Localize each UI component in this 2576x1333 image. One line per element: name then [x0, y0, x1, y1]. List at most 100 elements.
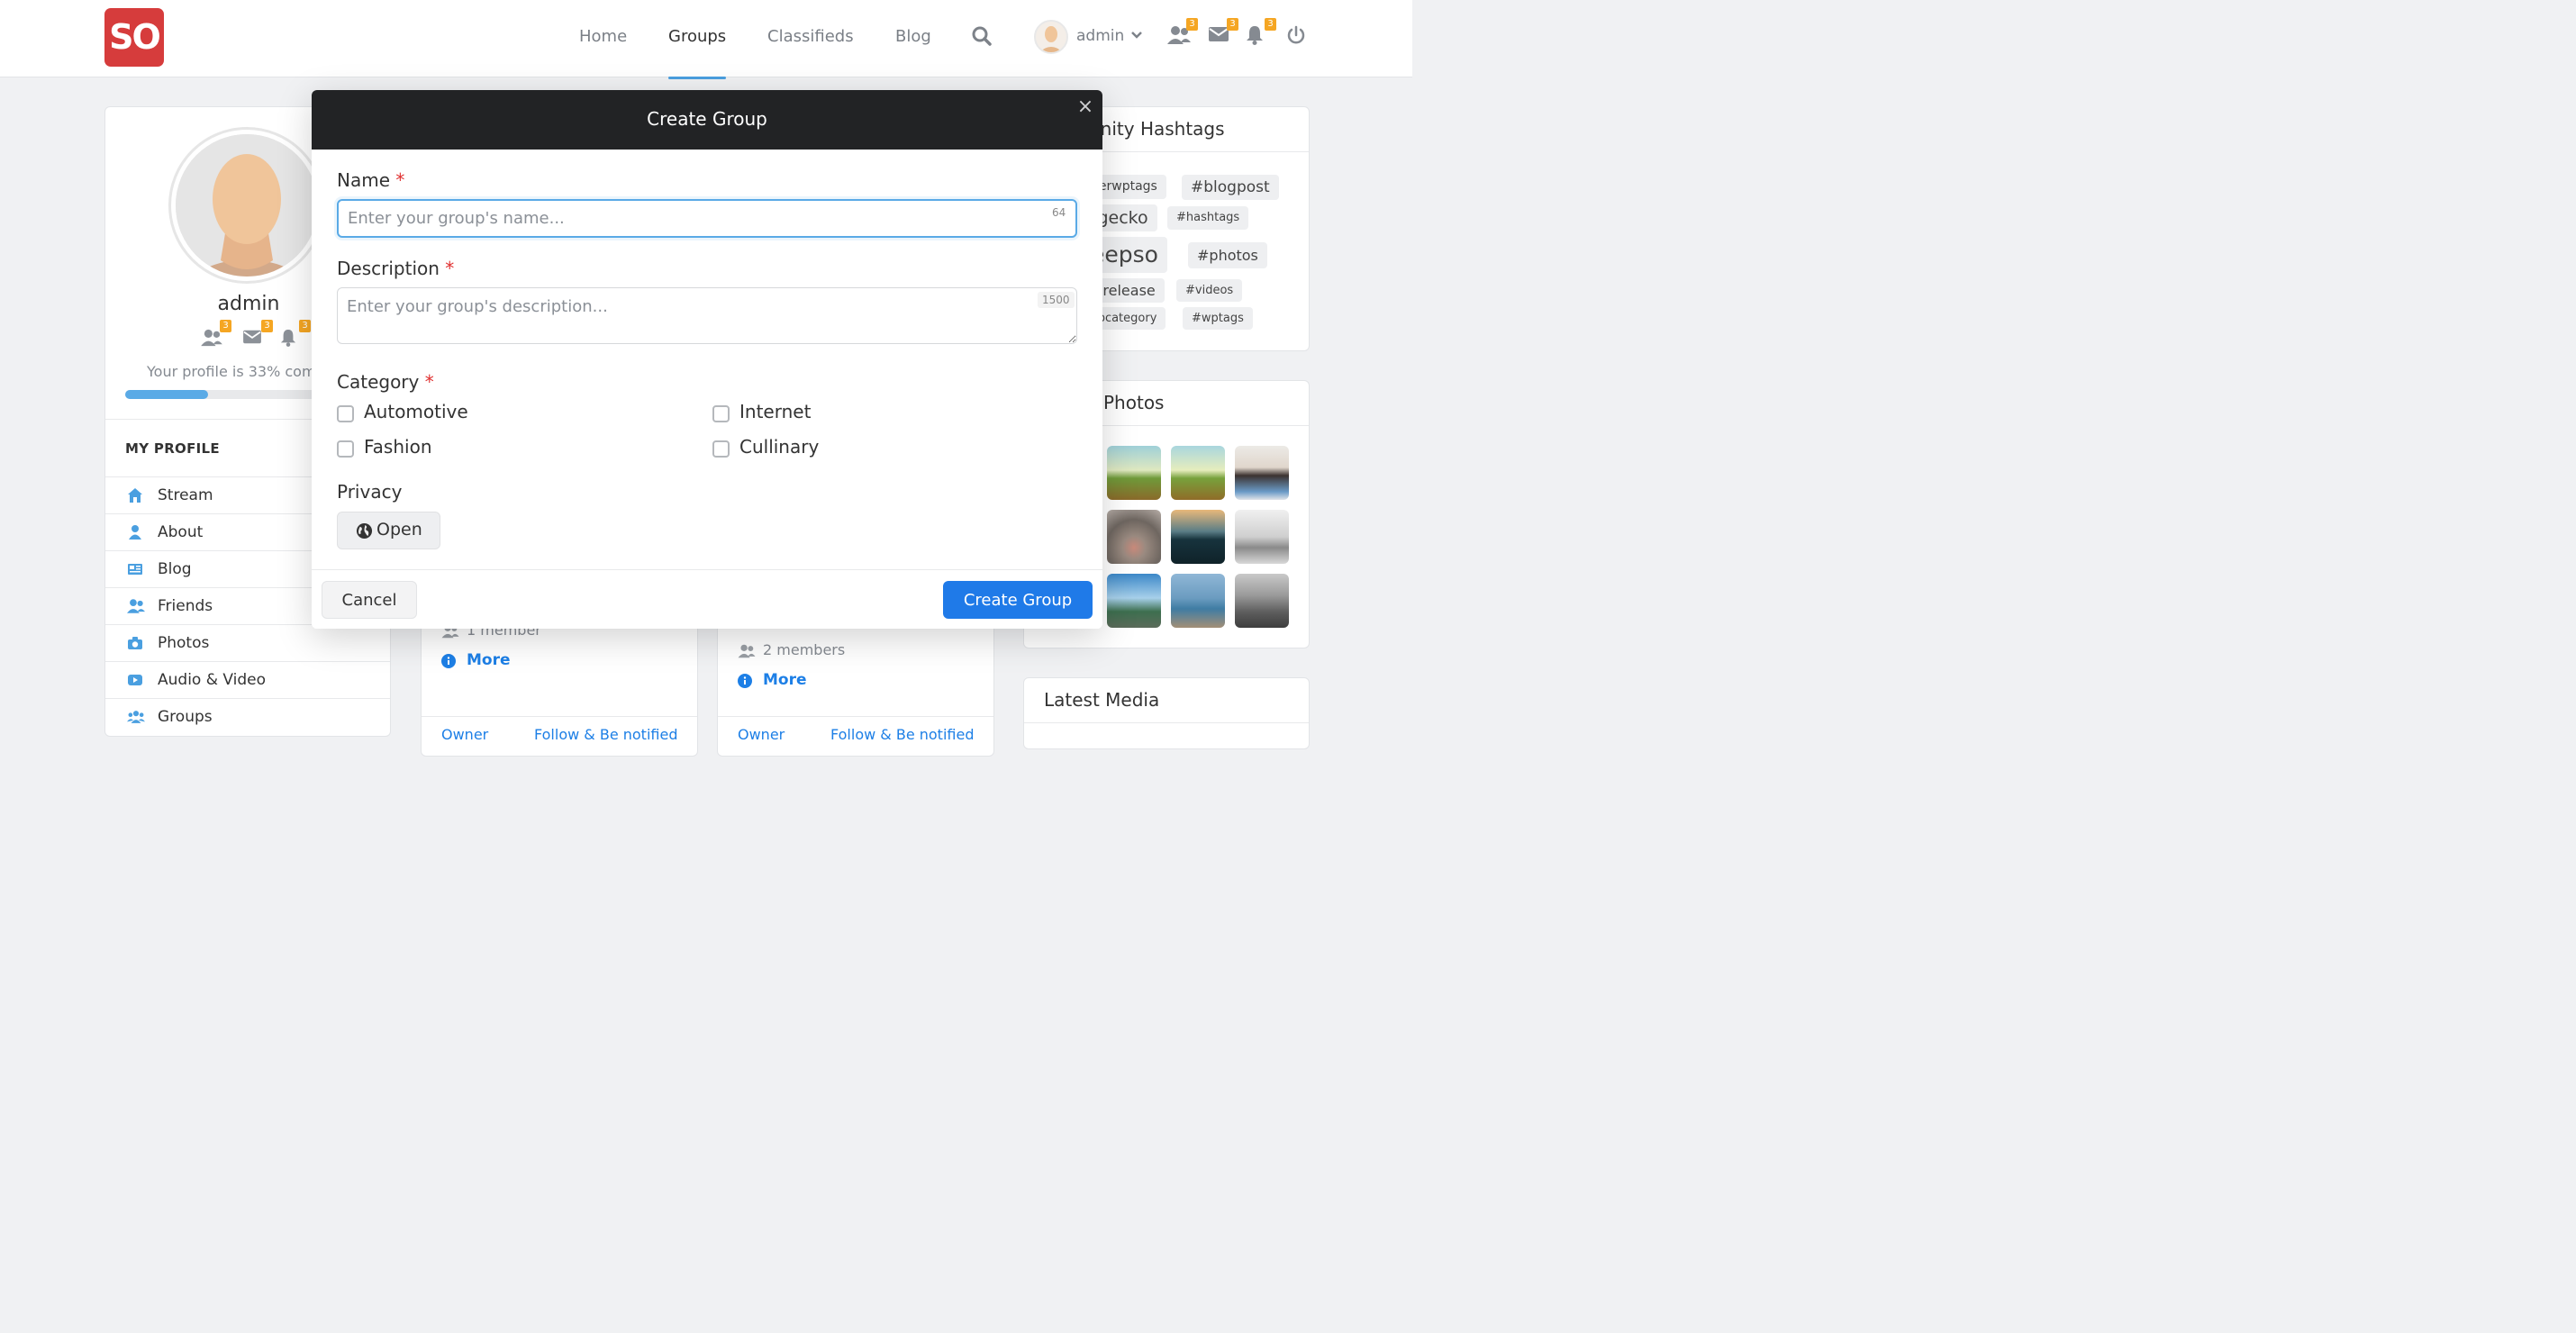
sidebar-item-label: Groups	[158, 708, 213, 726]
category-checkbox-fashion[interactable]	[337, 440, 354, 458]
sidebar-item-label: Photos	[158, 634, 210, 652]
category-checkbox-cullinary[interactable]	[712, 440, 730, 458]
header-username[interactable]: admin	[1076, 27, 1124, 45]
create-group-modal: Create Group × Name * 64 Description * 1…	[312, 90, 1102, 629]
photo-thumbnail[interactable]	[1171, 446, 1225, 500]
group-card-actions: Owner Follow & Be notified	[422, 716, 697, 756]
group-owner-link[interactable]: Owner	[441, 726, 488, 743]
modal-header: Create Group ×	[312, 90, 1102, 150]
messages-icon[interactable]: 3	[242, 320, 273, 349]
user-icon	[127, 524, 143, 540]
friends-icon	[127, 598, 145, 614]
power-icon[interactable]	[1286, 25, 1310, 49]
photo-thumbnail[interactable]	[1171, 574, 1225, 628]
users-icon	[127, 709, 145, 725]
bell-icon[interactable]: 3	[1246, 18, 1276, 49]
photo-thumbnail[interactable]	[1107, 510, 1161, 564]
info-icon	[738, 674, 752, 692]
group-description-input[interactable]	[337, 287, 1077, 344]
notifications-badge: 3	[299, 320, 311, 332]
required-mark: *	[445, 258, 455, 279]
hashtag-link[interactable]: #wptags	[1183, 307, 1253, 330]
photo-thumbnail[interactable]	[1235, 574, 1289, 628]
friends-badge: 3	[1186, 18, 1198, 31]
category-checkbox-internet[interactable]	[712, 405, 730, 422]
group-more-link[interactable]: More	[467, 651, 511, 669]
hashtag-link[interactable]: #hashtags	[1167, 206, 1249, 230]
create-group-button[interactable]: Create Group	[943, 581, 1093, 619]
newspaper-icon	[127, 561, 143, 577]
name-label-text: Name	[337, 169, 391, 191]
search-icon[interactable]	[971, 25, 994, 49]
messages-badge: 3	[1227, 18, 1238, 31]
description-label-text: Description	[337, 258, 440, 279]
avatar[interactable]	[1034, 20, 1068, 54]
modal-footer: Cancel Create Group	[312, 569, 1102, 629]
latest-media-title: Latest Media	[1044, 689, 1160, 711]
required-mark: *	[395, 169, 405, 191]
photo-thumbnail[interactable]	[1107, 574, 1161, 628]
category-label-cullinary[interactable]: Cullinary	[739, 436, 819, 458]
photos-title: Photos	[1103, 392, 1165, 413]
photo-thumbnail[interactable]	[1235, 446, 1289, 500]
friends-icon[interactable]: 3	[201, 320, 231, 349]
hashtag-link[interactable]: #videos	[1176, 279, 1243, 302]
globe-icon	[356, 522, 373, 540]
hashtags-title: unity Hashtags	[1089, 118, 1225, 140]
group-name-input[interactable]	[337, 199, 1077, 238]
category-label-fashion[interactable]: Fashion	[364, 436, 432, 458]
name-char-limit: 64	[1052, 206, 1066, 219]
modal-title: Create Group	[647, 108, 767, 130]
group-members-count: 2 members	[763, 641, 846, 658]
privacy-label: Privacy	[337, 481, 403, 503]
nav-classifieds[interactable]: Classifieds	[767, 0, 854, 77]
nav-groups[interactable]: Groups	[668, 0, 727, 79]
photo-thumbnail[interactable]	[1171, 510, 1225, 564]
profile-avatar[interactable]	[168, 127, 325, 284]
category-checkbox-automotive[interactable]	[337, 405, 354, 422]
notifications-badge: 3	[1265, 18, 1276, 31]
friends-badge: 3	[220, 320, 231, 332]
hashtag-link[interactable]: #photos	[1188, 242, 1267, 268]
sidebar-item-label: Friends	[158, 597, 213, 615]
privacy-value: Open	[376, 520, 422, 540]
profile-completion-fill	[125, 390, 209, 399]
sidebar-item-label: Blog	[158, 560, 192, 578]
chevron-down-icon[interactable]	[1129, 28, 1144, 42]
friends-icon[interactable]: 3	[1167, 18, 1198, 49]
site-logo[interactable]: SO	[104, 8, 164, 67]
messages-icon[interactable]: 3	[1208, 18, 1238, 49]
name-label: Name *	[337, 169, 404, 191]
sidebar-item-groups[interactable]: Groups	[105, 698, 390, 735]
hashtag-link[interactable]: #blogpost	[1182, 175, 1279, 200]
sidebar-item-label: About	[158, 523, 204, 541]
sidebar-item-label: Stream	[158, 486, 213, 504]
sidebar-item-label: Audio & Video	[158, 671, 267, 689]
home-icon	[127, 487, 143, 503]
nav-home[interactable]: Home	[579, 0, 627, 77]
description-label: Description *	[337, 258, 454, 279]
required-mark: *	[424, 371, 434, 393]
cancel-button[interactable]: Cancel	[322, 581, 417, 619]
sidebar-item-audio-video[interactable]: Audio & Video	[105, 661, 390, 698]
close-icon[interactable]: ×	[1075, 97, 1095, 117]
group-follow-link[interactable]: Follow & Be notified	[830, 726, 974, 743]
category-label-text: Category	[337, 371, 420, 393]
photo-thumbnail[interactable]	[1107, 446, 1161, 500]
category-label-internet[interactable]: Internet	[739, 401, 811, 422]
bell-icon[interactable]: 3	[280, 320, 311, 349]
privacy-dropdown[interactable]: Open	[337, 512, 440, 549]
sidebar-item-photos[interactable]: Photos	[105, 624, 390, 661]
top-header: SO Home Groups Classifieds Blog admin 3 …	[0, 0, 1412, 79]
group-card-actions: Owner Follow & Be notified	[718, 716, 993, 756]
photo-thumbnail[interactable]	[1235, 510, 1289, 564]
group-owner-link[interactable]: Owner	[738, 726, 785, 743]
nav-blog[interactable]: Blog	[895, 0, 931, 77]
category-label: Category *	[337, 371, 434, 393]
group-more-link[interactable]: More	[763, 671, 807, 689]
group-follow-link[interactable]: Follow & Be notified	[534, 726, 677, 743]
profile-completion-text: Your profile is 33% com	[147, 363, 316, 380]
latest-media-widget: Latest Media	[1023, 677, 1310, 749]
play-icon	[127, 672, 143, 688]
category-label-automotive[interactable]: Automotive	[364, 401, 468, 422]
